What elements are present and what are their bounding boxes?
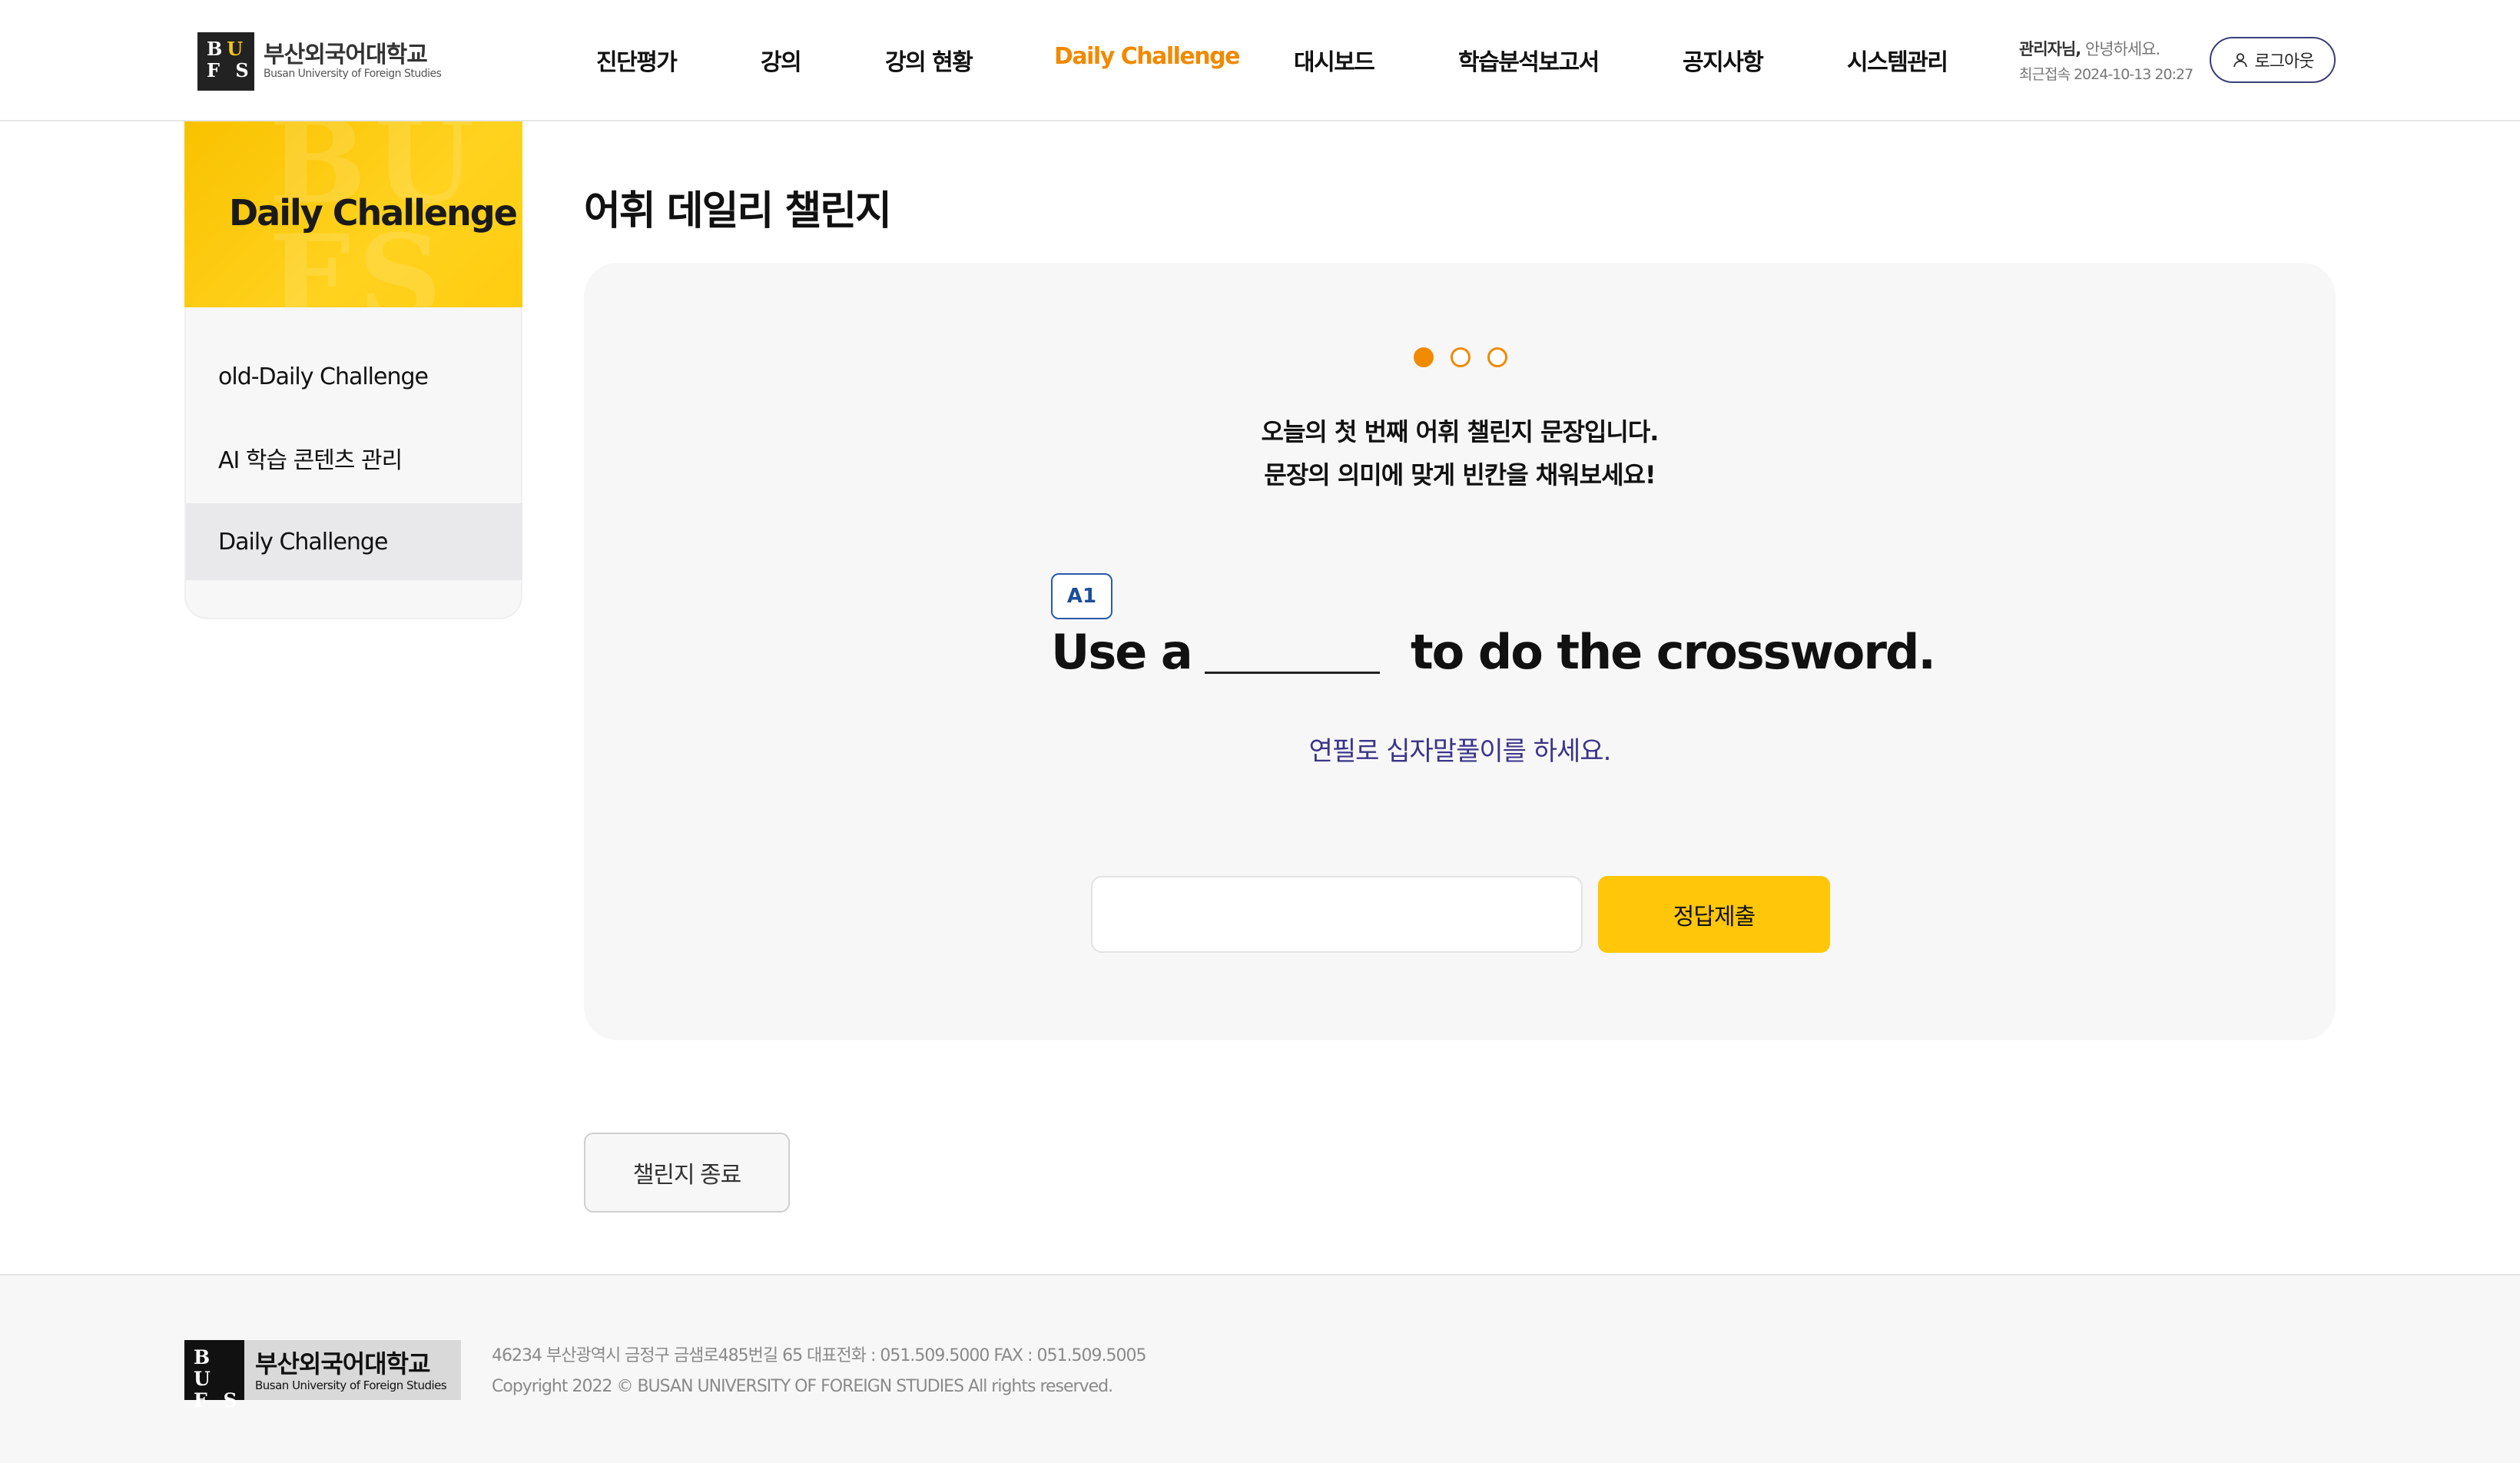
footer-copyright: Copyright 2022 © BUSAN UNIVERSITY OF FOR… xyxy=(492,1377,1113,1396)
user-greeting: 관리자님, 안녕하세요. xyxy=(2019,37,2160,60)
footer-logo: B UF S 부산외국어대학교 Busan University of Fore… xyxy=(184,1340,461,1412)
site-header: BU F S 부산외국어대학교 Busan University of Forei… xyxy=(0,0,2520,121)
nav-item-lecture-status[interactable]: 강의 현황 xyxy=(885,43,973,77)
progress-dot-1 xyxy=(1414,347,1434,367)
user-icon xyxy=(2233,53,2247,68)
sentence-before-blank: Use a xyxy=(1051,624,1193,680)
nav-item-lecture[interactable]: 강의 xyxy=(761,43,802,77)
sentence-blank xyxy=(1205,672,1380,674)
submit-answer-button[interactable]: 정답제출 xyxy=(1598,876,1830,953)
answer-input[interactable] xyxy=(1091,876,1583,953)
nav-item-dashboard[interactable]: 대시보드 xyxy=(1294,43,1375,77)
challenge-card: 오늘의 첫 번째 어휘 챌린지 문장입니다. 문장의 의미에 맞게 빈칸을 채워… xyxy=(584,263,2336,1040)
progress-dot-3 xyxy=(1487,347,1507,367)
sidebar-hero: BU FS Daily Challenge xyxy=(184,121,522,307)
nav-item-learning-report[interactable]: 학습분석보고서 xyxy=(1458,43,1600,77)
last-login: 최근접속 2024-10-13 20:27 xyxy=(2019,66,2193,83)
progress-dot-2 xyxy=(1451,347,1471,367)
sidebar-item-daily-challenge[interactable]: Daily Challenge xyxy=(186,503,522,580)
site-footer: B UF S 부산외국어대학교 Busan University of Fore… xyxy=(0,1274,2520,1463)
sidebar-item-ai-content[interactable]: AI 학습 콘텐츠 관리 xyxy=(186,420,522,496)
instruction: 오늘의 첫 번째 어휘 챌린지 문장입니다. 문장의 의미에 맞게 빈칸을 채워… xyxy=(584,410,2336,496)
user-name: 관리자님, xyxy=(2019,40,2081,58)
nav-item-notices[interactable]: 공지사항 xyxy=(1683,43,1764,77)
logout-button[interactable]: 로그아웃 xyxy=(2210,37,2336,83)
footer-logo-mark-icon: B UF S xyxy=(184,1340,244,1412)
end-challenge-button[interactable]: 챌린지 종료 xyxy=(584,1133,790,1213)
nav-item-daily-challenge[interactable]: Daily Challenge xyxy=(1054,43,1240,70)
footer-logo-english-name: Busan University of Foreign Studies xyxy=(255,1378,447,1392)
logo-english-name: Busan University of Foreign Studies xyxy=(264,68,442,80)
level-badge: A1 xyxy=(1051,573,1112,619)
instruction-line-2: 문장의 의미에 맞게 빈칸을 채워보세요! xyxy=(1264,460,1656,489)
logout-label: 로그아웃 xyxy=(2254,51,2315,71)
logo-korean-name: 부산외국어대학교 xyxy=(264,41,428,68)
footer-logo-korean-name: 부산외국어대학교 xyxy=(255,1349,431,1378)
nav-item-diagnosis[interactable]: 진단평가 xyxy=(596,43,678,77)
sidebar-hero-title: Daily Challenge xyxy=(229,192,518,234)
nav-item-system-admin[interactable]: 시스템관리 xyxy=(1847,43,1948,77)
instruction-line-1: 오늘의 첫 번째 어휘 챌린지 문장입니다. xyxy=(1261,417,1660,446)
greeting-text: 안녕하세요. xyxy=(2084,40,2160,58)
footer-address: 46234 부산광역시 금정구 금샘로485번길 65 대표전화 : 051.5… xyxy=(492,1346,1146,1365)
university-logo[interactable]: BU F S 부산외국어대학교 Busan University of Forei… xyxy=(197,32,451,91)
page-title: 어휘 데일리 챌린지 xyxy=(584,188,892,234)
logo-mark-icon: BU F S xyxy=(197,32,254,91)
sidebar-menu: old-Daily Challenge AI 학습 콘텐츠 관리 Daily C… xyxy=(184,307,522,619)
sentence-after-blank: to do the crossword. xyxy=(1411,624,1936,680)
sentence-translation: 연필로 십자말풀이를 하세요. xyxy=(1308,736,1612,767)
sidebar-item-old-daily-challenge[interactable]: old-Daily Challenge xyxy=(186,338,522,415)
